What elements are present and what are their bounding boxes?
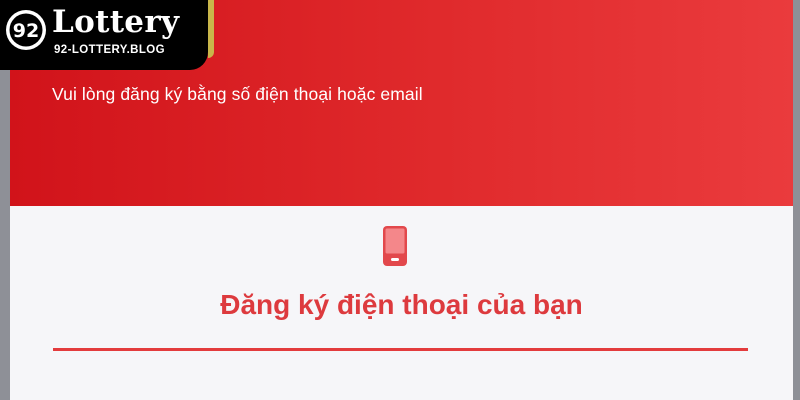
logo-name: Lottery <box>52 4 180 40</box>
active-tab-underline <box>53 348 748 351</box>
header-subtitle: Vui lòng đăng ký bằng số điện thoại hoặc… <box>52 84 423 104</box>
logo-domain: 92-LOTTERY.BLOG <box>54 44 165 56</box>
logo-mark-icon: 92 <box>6 10 46 50</box>
phone-icon[interactable] <box>383 226 407 266</box>
phone-register-tab[interactable]: Đăng ký điện thoại của bạn <box>10 289 793 321</box>
logo-mark-text: 92 <box>13 20 39 42</box>
register-panel: Đăng ký điện thoại của bạn <box>10 206 793 400</box>
site-logo: 92 Lottery 92-LOTTERY.BLOG <box>0 0 214 70</box>
